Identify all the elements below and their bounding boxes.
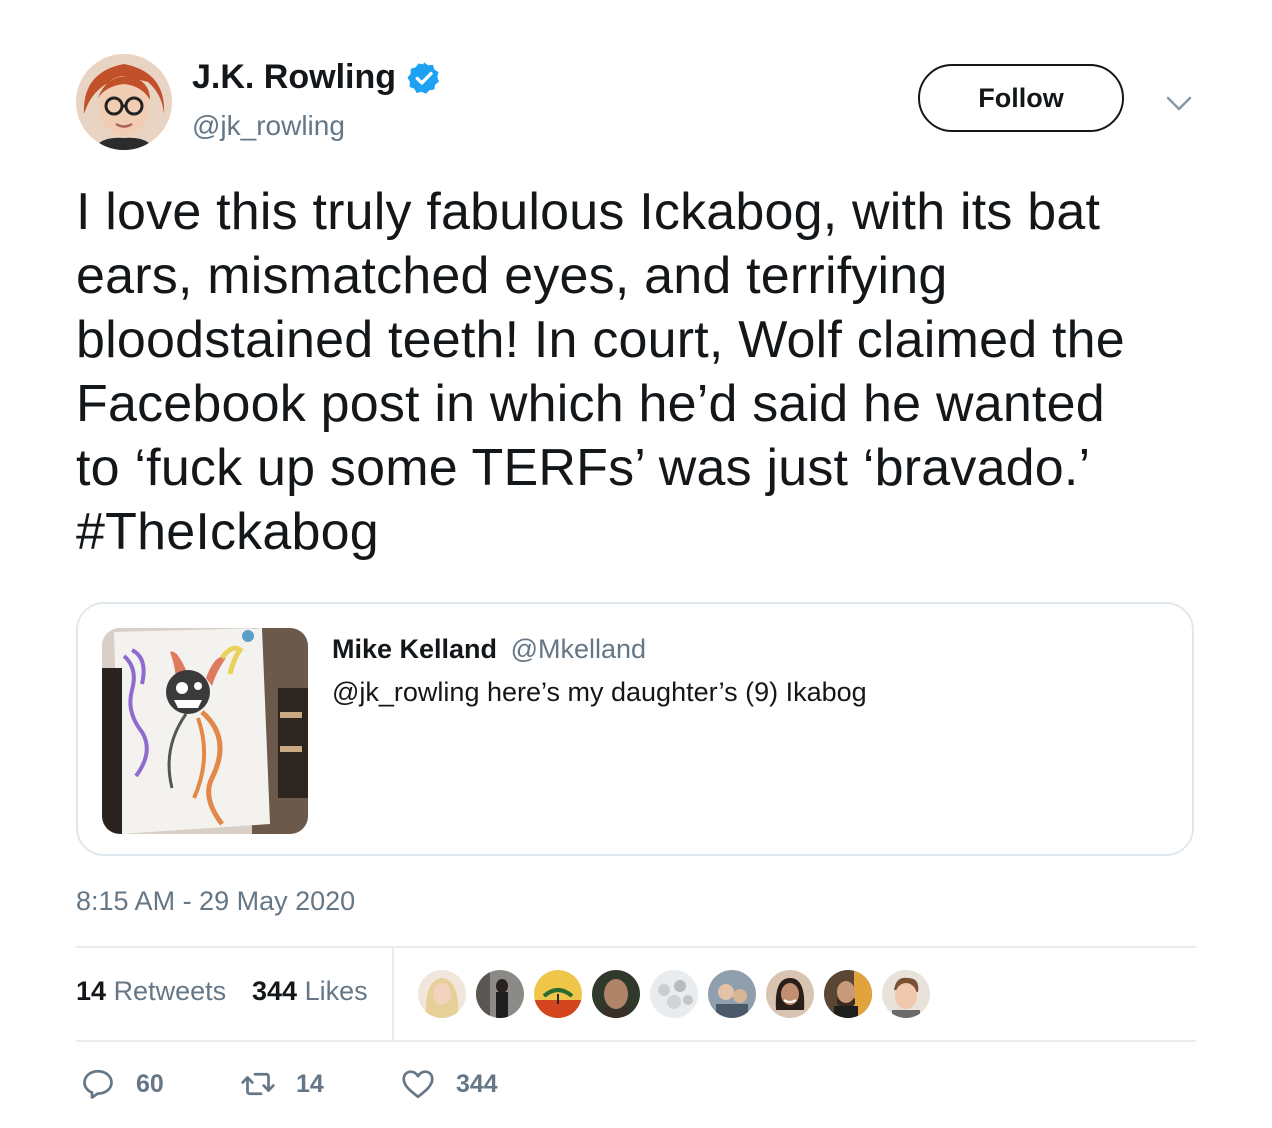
reply-icon — [83, 1069, 113, 1099]
author-name[interactable]: J.K. Rowling — [192, 58, 442, 97]
liker-avatar[interactable] — [822, 968, 874, 1020]
liker-avatar[interactable] — [880, 968, 932, 1020]
hashtag-link[interactable]: #TheIckabog — [76, 500, 1206, 564]
liker-avatar[interactable] — [764, 968, 816, 1020]
tweet: J.K. Rowling @jk_rowling Follow I love t… — [0, 0, 1272, 1128]
liker-avatar[interactable] — [532, 968, 584, 1020]
retweet-button[interactable]: 14 — [240, 1064, 324, 1104]
tweet-text: I love this truly fabulous Ickabog, with… — [76, 180, 1206, 564]
reply-button[interactable]: 60 — [80, 1064, 164, 1104]
retweets-count: 14 — [76, 976, 107, 1006]
liker-avatar[interactable] — [474, 968, 526, 1020]
tweet-text-line: bloodstained teeth! In court, Wolf claim… — [76, 311, 1125, 369]
likes-count: 344 — [252, 976, 298, 1006]
liker-avatar[interactable] — [590, 968, 642, 1020]
liker-avatar[interactable] — [706, 968, 758, 1020]
reply-count: 60 — [136, 1069, 164, 1098]
liker-avatar[interactable] — [416, 968, 468, 1020]
likes-stat[interactable]: 344 Likes — [252, 976, 368, 1007]
quoted-tweet-author[interactable]: Mike Kelland @Mkelland — [332, 634, 646, 665]
quoted-tweet-image[interactable] — [102, 628, 308, 834]
chevron-down-icon[interactable] — [1164, 88, 1194, 118]
like-count: 344 — [456, 1069, 498, 1098]
retweet-count: 14 — [296, 1069, 324, 1098]
like-button[interactable]: 344 — [400, 1064, 498, 1104]
quoted-tweet-text: @jk_rowling here’s my daughter’s (9) Ika… — [332, 677, 867, 707]
vertical-divider — [392, 948, 394, 1040]
retweets-stat[interactable]: 14 Retweets — [76, 976, 226, 1007]
quoted-author-name[interactable]: Mike Kelland — [332, 634, 497, 664]
tweet-text-line: ears, mismatched eyes, and terrifying — [76, 247, 948, 305]
engagement-stats: 14 Retweets 344 Likes — [76, 948, 1196, 1040]
tweet-text-line: Facebook post in which he’d said he want… — [76, 375, 1105, 433]
retweet-icon — [241, 1072, 275, 1096]
liker-avatar[interactable] — [648, 968, 700, 1020]
tweet-text-line: I love this truly fabulous Ickabog, with… — [76, 183, 1101, 241]
quoted-author-handle[interactable]: @Mkelland — [511, 634, 646, 664]
tweet-timestamp[interactable]: 8:15 AM - 29 May 2020 — [76, 886, 355, 917]
author-avatar[interactable] — [76, 54, 172, 150]
retweets-label: Retweets — [113, 976, 227, 1006]
quoted-tweet-card[interactable]: Mike Kelland @Mkelland @jk_rowling here’… — [76, 602, 1194, 856]
heart-icon — [402, 1070, 434, 1099]
verified-badge-icon — [406, 60, 442, 96]
divider — [76, 1040, 1196, 1042]
likes-label: Likes — [304, 976, 368, 1006]
author-name-text[interactable]: J.K. Rowling — [192, 58, 396, 97]
follow-button[interactable]: Follow — [918, 64, 1124, 132]
tweet-text-line: to ‘fuck up some TERFs’ was just ‘bravad… — [76, 439, 1091, 497]
author-handle[interactable]: @jk_rowling — [192, 110, 345, 142]
